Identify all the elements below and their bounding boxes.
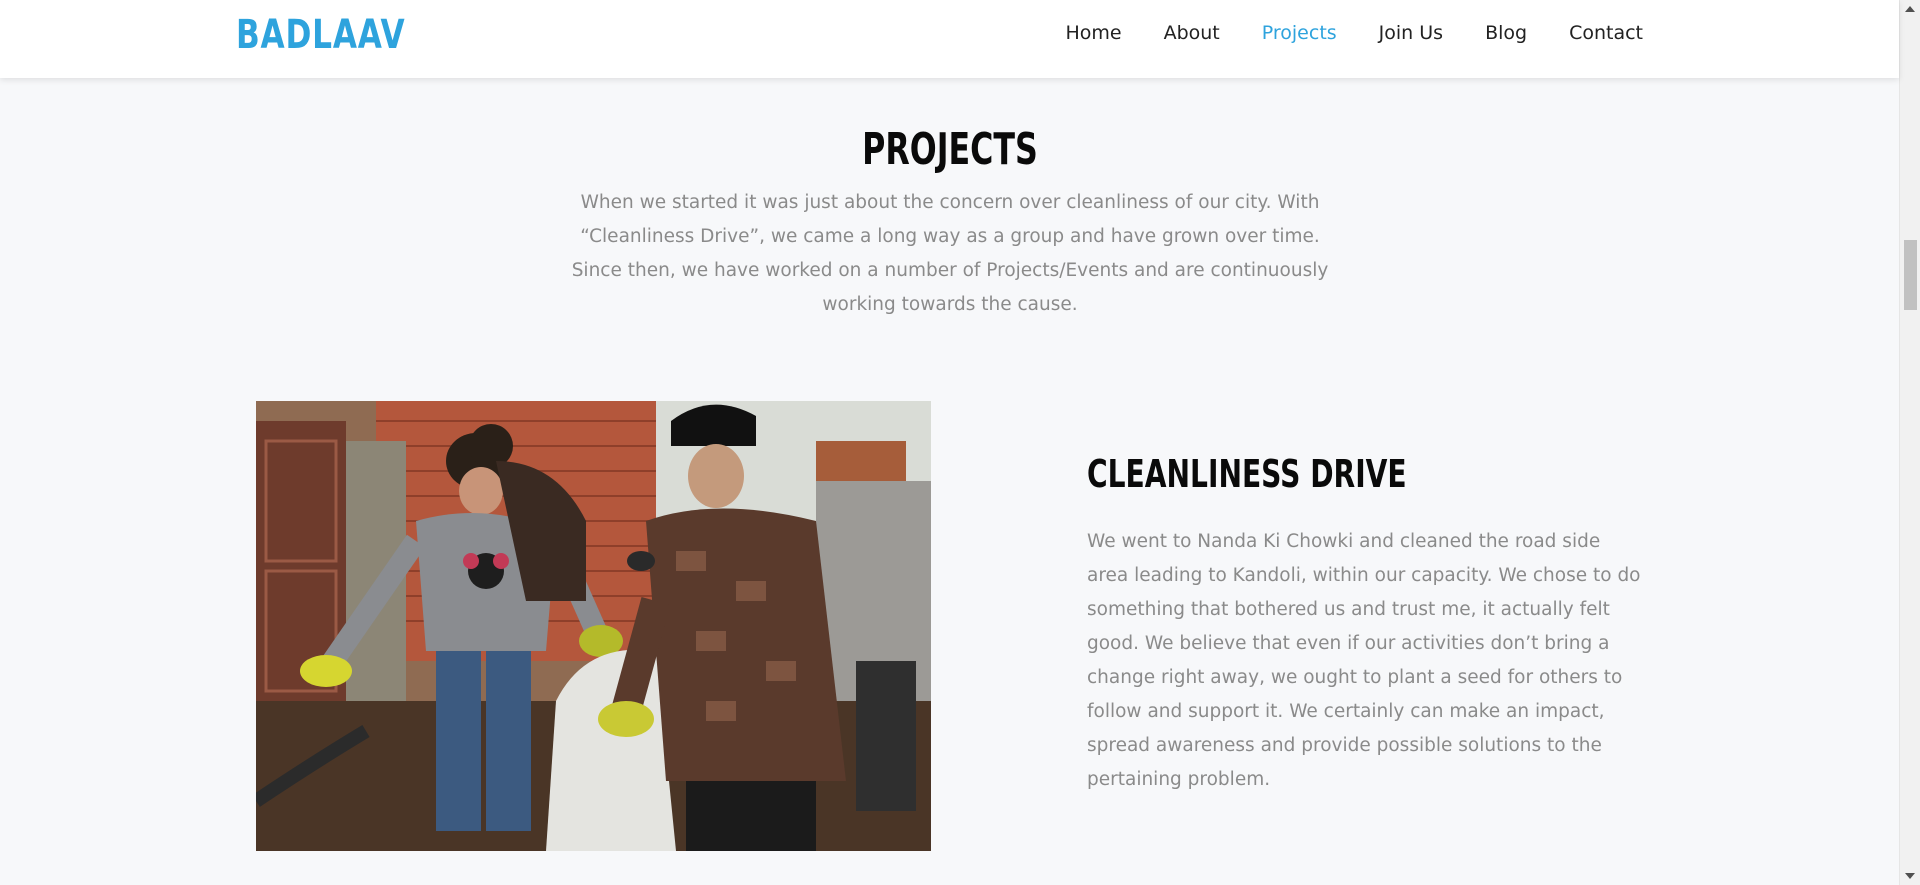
project-description: We went to Nanda Ki Chowki and cleaned t… (1087, 531, 1641, 790)
nav-link-join-us[interactable]: Join Us (1379, 20, 1443, 46)
scroll-thumb[interactable] (1904, 240, 1917, 310)
project-title: CLEANLINESS DRIVE (1087, 452, 1407, 496)
scroll-up-arrow-icon[interactable] (1905, 6, 1915, 12)
page-title: PROJECTS (0, 124, 1899, 175)
section-intro: When we started it was just about the co… (571, 192, 1329, 315)
site-header: BADLAAV Home About Projects Join Us Blog… (0, 0, 1899, 78)
nav-link-blog[interactable]: Blog (1485, 20, 1527, 46)
nav-link-home[interactable]: Home (1065, 20, 1121, 46)
main-nav: Home About Projects Join Us Blog Contact (1023, 20, 1643, 46)
nav-link-projects[interactable]: Projects (1262, 20, 1337, 46)
nav-link-contact[interactable]: Contact (1569, 20, 1643, 46)
page-scrollbar[interactable] (1899, 0, 1920, 885)
scroll-down-arrow-icon[interactable] (1905, 873, 1915, 879)
page-title-text: PROJECTS (861, 124, 1038, 175)
nav-link-about[interactable]: About (1164, 20, 1220, 46)
brand-logo[interactable]: BADLAAV (236, 10, 405, 60)
project-photo (256, 401, 931, 851)
